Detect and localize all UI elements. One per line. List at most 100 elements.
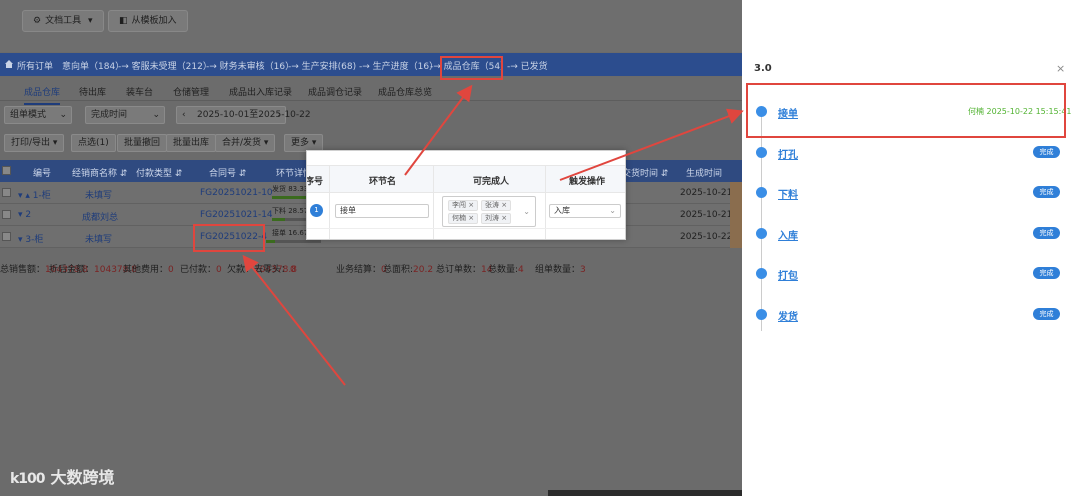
timeline-dot-icon [756, 309, 767, 320]
row-contract[interactable]: FG20251021-10 [200, 188, 273, 198]
tab-transfer-records[interactable]: 成品调仓记录 [308, 85, 362, 98]
assignee-tag[interactable]: 李闯 × [448, 200, 479, 211]
time-type-select[interactable]: 完成时间 ⌄ [85, 106, 165, 124]
tab-pending-out[interactable]: 待出库 [79, 85, 106, 98]
select-all-checkbox[interactable] [2, 166, 11, 175]
chevron-down-icon: ⌄ [152, 110, 160, 120]
step-label[interactable]: 下料 [778, 186, 798, 201]
summary-item: 总数量:4 [488, 262, 524, 275]
nav-finance-pending[interactable]: -→ 财务未审核（16） [206, 59, 294, 72]
row-checkbox[interactable] [2, 188, 11, 197]
row-created: 2025-10-21 [680, 188, 733, 198]
timeline-step: 下料 完成 [742, 182, 1080, 202]
summary-label: 总销售额： [0, 265, 46, 275]
col-index: 序号 [306, 177, 324, 187]
doc-tools-button[interactable]: ⚙ 文档工具 ▾ [22, 10, 104, 32]
tab-finished-warehouse[interactable]: 成品仓库 [24, 85, 61, 105]
step-label[interactable]: 入库 [778, 227, 798, 242]
merge-ship-button[interactable]: 合并/发货 ▾ [215, 134, 276, 152]
row-contract[interactable]: FG20251021-14 [200, 210, 273, 220]
summary-label: 已付款： [180, 265, 217, 275]
trigger-select[interactable]: 入库 ⌄ [549, 204, 621, 218]
assignee-tag[interactable]: 何楠 × [448, 213, 479, 224]
timeline-dot-icon [756, 187, 767, 198]
nav-intent[interactable]: 意向单（184） [62, 59, 124, 72]
status-badge: 完成 [1033, 308, 1060, 320]
row-dealer[interactable]: 成都刘总 [82, 210, 118, 223]
summary-label: 欠款： [227, 265, 255, 275]
tab-storage[interactable]: 仓储管理 [173, 85, 209, 98]
col-payment[interactable]: 付款类型 ⇵ [136, 166, 182, 179]
row-id[interactable]: ▾ ▴ 1-柜 [18, 188, 51, 201]
from-template-button[interactable]: ◧ 从模板加入 [108, 10, 188, 32]
row-id[interactable]: ▾ 2 [18, 210, 31, 220]
status-badge: 完成 [1033, 186, 1060, 198]
nav-all-orders[interactable]: 所有订单 [17, 59, 53, 72]
template-icon: ◧ [119, 16, 128, 26]
row-created: 2025-10-21 [680, 210, 733, 220]
row-checkbox[interactable] [2, 210, 11, 219]
nav-production-plan[interactable]: -→ 生产安排(68) [288, 59, 356, 72]
row-checkbox[interactable] [2, 232, 11, 241]
timeline-step: 打包 完成 [742, 263, 1080, 283]
summary-value: 0 [290, 265, 296, 275]
summary-item: 总订单数：14 [436, 262, 492, 275]
summary-value: 20.2 [413, 265, 434, 275]
row-stage: 接单 16.67 [272, 229, 309, 237]
prev-icon[interactable]: ‹ [182, 107, 186, 123]
batch-revoke-button[interactable]: 批量撤回 [117, 134, 168, 152]
row-index-badge: 1 [310, 204, 323, 217]
summary-label: 其他费用： [123, 265, 169, 275]
step-label[interactable]: 打孔 [778, 146, 798, 161]
status-badge: 完成 [1033, 267, 1060, 279]
summary-item: 其他费用：0 [123, 262, 174, 275]
summary-value: 0 [216, 265, 222, 275]
summary-label: 总面积: [383, 265, 414, 275]
annotation-box-warehouse [440, 56, 503, 80]
row-stage: 发货 83.33 [272, 185, 309, 193]
chevron-down-icon: ⌄ [59, 110, 67, 120]
arrow-to-contract [242, 254, 346, 386]
assignee-multiselect[interactable]: 李闯 × 张涛 × 何楠 × 刘涛 × ⌄ [442, 196, 536, 227]
tab-inout-records[interactable]: 成品出入库记录 [229, 85, 292, 98]
assignee-tag[interactable]: 刘涛 × [481, 213, 512, 224]
timeline-step: 打孔 完成 [742, 142, 1080, 162]
step-label[interactable]: 发货 [778, 308, 798, 323]
print-export-button[interactable]: 打印/导出 ▾ [4, 134, 65, 152]
close-icon[interactable]: × [1056, 62, 1065, 75]
nav-production-progress[interactable]: -→ 生产进度（16） [359, 59, 438, 72]
order-flow-nav: 所有订单 意向单（184） -→ 客服未受理（212） -→ 财务未审核（16）… [0, 53, 742, 76]
row-dealer[interactable]: 未填写 [85, 188, 112, 201]
col-contract[interactable]: 合同号 ⇵ [209, 166, 246, 179]
summary-label: 业务结算： [336, 265, 382, 275]
summary-item: 去零头：0 [254, 262, 296, 275]
tab-loading[interactable]: 装车台 [126, 85, 153, 98]
summary-label: 折后金额： [49, 265, 95, 275]
tab-overview[interactable]: 成品仓库总览 [378, 85, 432, 98]
home-icon[interactable] [4, 59, 14, 69]
col-dealer[interactable]: 经销商名称 ⇵ [72, 166, 127, 179]
col-step-name: 环节名 [369, 177, 397, 187]
batch-outbound-button[interactable]: 批量出库 [166, 134, 217, 152]
nav-cs-pending[interactable]: -→ 客服未受理（212） [118, 59, 212, 72]
mode-select[interactable]: 组单模式 ⌄ [4, 106, 72, 124]
brand-logo: k100 [10, 471, 46, 487]
summary-item: 已付款：0 [180, 262, 222, 275]
step-label[interactable]: 打包 [778, 267, 798, 282]
warehouse-subtabs: 成品仓库 待出库 装车台 仓储管理 成品出入库记录 成品调仓记录 成品仓库总览 [0, 77, 742, 105]
bottom-bar [548, 490, 742, 496]
col-created[interactable]: 生成时间 [686, 166, 722, 179]
nav-shipped[interactable]: -→ 已发货 [507, 59, 548, 72]
pick-button[interactable]: 点选(1) [71, 134, 116, 152]
annotation-box-contract [193, 224, 265, 252]
assignee-tag[interactable]: 张涛 × [481, 200, 512, 211]
date-range-picker[interactable]: ‹ 2025-10-01至2025-10-22 › [176, 106, 311, 124]
col-delivery[interactable]: 交货时间 ⇵ [622, 166, 668, 179]
col-trigger: 触发操作 [569, 177, 606, 187]
step-name-input[interactable]: 接单 [335, 204, 429, 218]
drawer-title: 3.0 [754, 63, 772, 74]
row-dealer[interactable]: 未填写 [85, 232, 112, 245]
row-id[interactable]: ▾ 3-柜 [18, 232, 43, 245]
col-id[interactable]: 编号 [33, 166, 51, 179]
next-icon[interactable]: › [277, 107, 281, 123]
